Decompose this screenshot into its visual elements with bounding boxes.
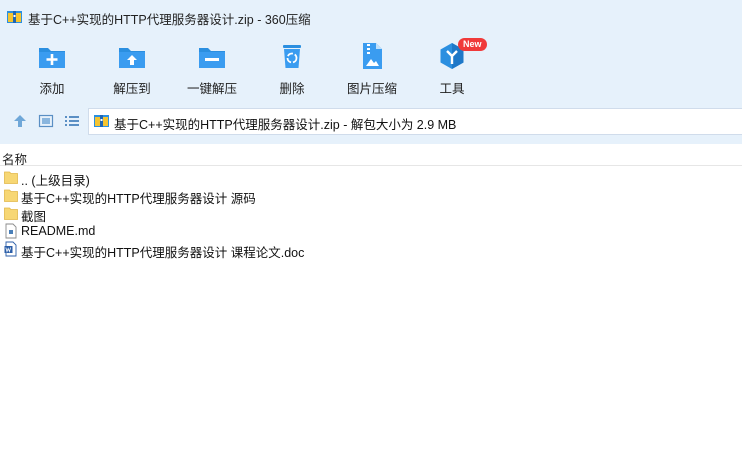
- image-compress-label: 图片压缩: [346, 82, 397, 96]
- path-text: 基于C++实现的HTTP代理服务器设计.zip - 解包大小为 2.9 MB: [114, 118, 457, 132]
- list-item-parent-dir[interactable]: .. (上级目录): [0, 168, 742, 188]
- address-bar: 基于C++实现的HTTP代理服务器设计.zip - 解包大小为 2.9 MB: [0, 100, 742, 144]
- delete-icon: [283, 45, 301, 68]
- image-compress-icon: [363, 43, 382, 69]
- add-button[interactable]: 添加: [17, 40, 87, 96]
- folder-icon: [4, 171, 18, 184]
- new-badge: New: [458, 38, 487, 51]
- word-document-icon: [4, 241, 17, 257]
- window-title: 基于C++实现的HTTP代理服务器设计.zip - 360压缩: [28, 13, 311, 27]
- tools-label: 工具: [439, 82, 465, 96]
- up-arrow-icon[interactable]: [12, 113, 28, 129]
- extract-to-label: 解压到: [113, 82, 151, 96]
- delete-button[interactable]: 删除: [257, 40, 327, 96]
- list-item[interactable]: 基于C++实现的HTTP代理服务器设计 课程论文.doc: [0, 240, 742, 260]
- list-item-name: 基于C++实现的HTTP代理服务器设计 课程论文.doc: [21, 246, 305, 260]
- one-click-extract-button[interactable]: 一键解压: [177, 40, 247, 96]
- list-item[interactable]: README.md: [0, 222, 742, 240]
- folder-icon: [4, 207, 18, 220]
- toolbar: 添加 解压到 一键解压 删除 图片压缩 New 工具: [0, 34, 742, 100]
- one-click-extract-icon: [199, 48, 225, 68]
- add-icon: [39, 48, 65, 68]
- zip-archive-icon: [94, 115, 109, 127]
- markdown-file-icon: [5, 223, 17, 239]
- image-compress-button[interactable]: 图片压缩: [337, 40, 407, 96]
- add-label: 添加: [39, 82, 65, 96]
- one-click-extract-label: 一键解压: [186, 82, 237, 96]
- delete-label: 删除: [279, 82, 305, 96]
- list-item[interactable]: 基于C++实现的HTTP代理服务器设计 源码: [0, 186, 742, 206]
- extract-to-button[interactable]: 解压到: [97, 40, 167, 96]
- thumbnail-view-icon[interactable]: [38, 113, 54, 129]
- zip-archive-icon: [7, 11, 22, 23]
- title-bar: 基于C++实现的HTTP代理服务器设计.zip - 360压缩: [0, 0, 742, 34]
- tools-button[interactable]: New 工具: [417, 38, 487, 96]
- folder-icon: [4, 189, 18, 202]
- list-view-icon[interactable]: [64, 113, 80, 129]
- column-header: 名称: [0, 144, 742, 168]
- column-name-header[interactable]: 名称: [2, 149, 27, 168]
- path-field[interactable]: 基于C++实现的HTTP代理服务器设计.zip - 解包大小为 2.9 MB: [88, 108, 742, 135]
- list-item[interactable]: 截图: [0, 204, 742, 224]
- extract-to-icon: [119, 48, 145, 68]
- list-item-name: README.md: [21, 224, 96, 238]
